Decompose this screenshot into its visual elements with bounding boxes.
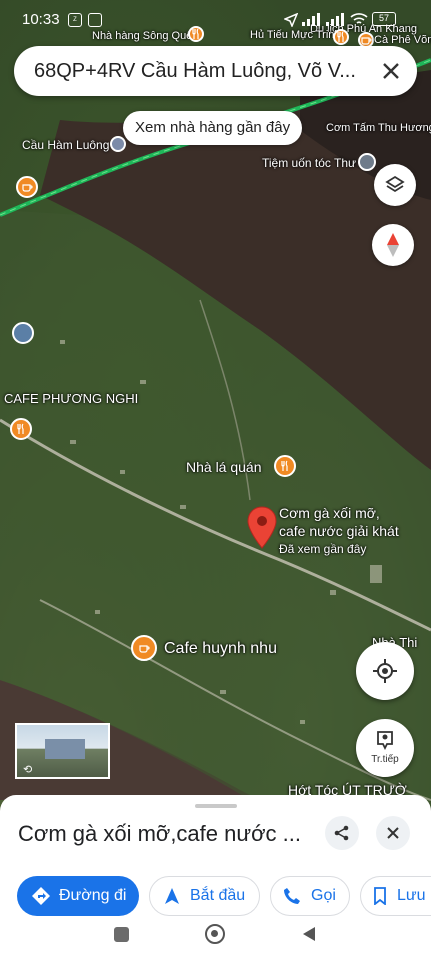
cafe-icon[interactable] [131,635,157,661]
save-label: Lưu [397,887,426,904]
nearby-restaurants-chip[interactable]: Xem nhà hàng gần đây [123,111,303,145]
compass-icon [387,233,399,257]
layers-button[interactable] [374,164,416,206]
share-icon [334,825,349,841]
close-icon[interactable] [379,59,403,83]
battery-icon: 57 [372,12,396,26]
map-label-selected-place[interactable]: Cơm gà xối mỡ, cafe nước giải khát [279,504,399,540]
cafe-icon[interactable] [16,176,38,198]
map-label-tiem-uon-toc[interactable]: Tiệm uốn tóc Thư [262,156,356,170]
restaurant-icon[interactable] [10,418,32,440]
phone-icon [284,888,300,904]
map-label-nha-la-quan[interactable]: Nhà lá quán [186,459,262,475]
close-sheet-button[interactable] [376,816,410,850]
status-bar: 10:33 Z 57 [0,0,431,40]
start-button[interactable]: Bắt đầu [149,876,260,916]
notification-icon [88,13,102,27]
my-location-button[interactable] [356,642,414,700]
zalo-icon: Z [68,13,82,27]
wifi-icon [350,13,368,24]
bookmark-icon [374,887,386,905]
home-icon[interactable] [205,924,225,944]
back-icon[interactable] [302,926,316,942]
status-time: 10:33 [22,11,60,28]
search-bar[interactable]: 68QP+4RV Cầu Hàm Luông, Võ V... [14,46,417,96]
directions-person-icon [377,731,393,750]
start-label: Bắt đầu [190,887,246,904]
map-label-cau-ham-luong[interactable]: Cầu Hàm Luông [22,138,109,152]
restaurant-icon[interactable] [274,455,296,477]
street-view-thumbnail[interactable]: ⟲ [15,723,110,779]
directions-label: Đường đi [59,887,127,904]
compass-button[interactable] [372,224,414,266]
call-label: Gọi [311,887,336,904]
map-label-cafe-huynh-nhu[interactable]: Cafe huynh nhu [164,640,277,658]
save-button[interactable]: Lưu [360,876,431,916]
layers-icon [385,175,405,193]
system-navigation-bar [0,916,431,960]
navigation-arrow-icon [165,888,179,904]
selected-location-pin-icon[interactable] [247,506,277,550]
map-label-cafe-phuong-nghi[interactable]: CAFE PHƯƠNG NGHI [4,391,138,406]
signal-icon [302,13,344,26]
directions-button[interactable]: Đường đi [17,876,139,916]
salon-icon[interactable] [358,153,376,171]
museum-icon[interactable] [12,322,34,344]
sheet-drag-handle[interactable] [195,804,237,808]
my-location-icon [373,659,397,683]
bridge-icon[interactable] [110,136,126,152]
street-view-360-icon: ⟲ [23,764,33,776]
live-directions-button[interactable]: Tr.tiếp [356,719,414,777]
location-arrow-icon [284,13,298,27]
place-title: Cơm gà xối mỡ,cafe nước ... [18,821,301,846]
directions-icon [32,887,50,905]
close-icon [387,827,399,839]
map-label-com-tam[interactable]: Cơm Tấm Thu Hương [326,122,431,134]
call-button[interactable]: Gọi [270,876,350,916]
search-query[interactable]: 68QP+4RV Cầu Hàm Luông, Võ V... [34,60,364,83]
home-icon-dot [211,930,218,937]
share-button[interactable] [325,816,359,850]
map-label-viewed-recently: Đã xem gần đây [279,542,367,556]
recents-icon[interactable] [114,927,129,942]
live-directions-label: Tr.tiếp [371,754,399,765]
street-view-building [45,739,85,759]
